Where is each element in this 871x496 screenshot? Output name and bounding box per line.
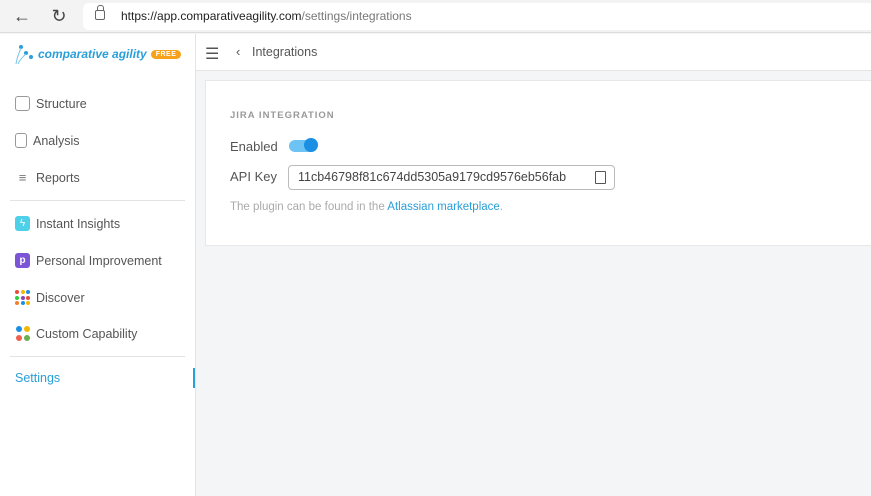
sidebar-item-analysis[interactable]: Analysis [15,133,80,148]
sidebar-item-structure[interactable]: Structure [15,96,87,111]
active-indicator [193,368,195,388]
four-dots-icon [15,326,30,341]
jira-integration-card: JIRA INTEGRATION Enabled API Key 11cb467… [205,80,871,246]
sidebar-item-reports[interactable]: ≡ Reports [15,170,80,185]
plugin-note: The plugin can be found in the Atlassian… [230,201,503,213]
personal-improvement-icon: p [15,253,30,268]
sidebar: comparative agility FREE Structure Analy… [0,34,196,496]
back-arrow-icon[interactable]: ← [11,6,33,27]
lightning-icon: ϟ [15,216,30,231]
atlassian-marketplace-link[interactable]: Atlassian marketplace [387,201,500,213]
divider [10,200,185,201]
sidebar-item-discover[interactable]: Discover [15,290,85,305]
enabled-label: Enabled [230,139,278,154]
sidebar-item-label: Custom Capability [36,326,138,341]
browser-toolbar: ← ↻ https://app.comparativeagility.com/s… [0,0,871,33]
sidebar-item-custom-capability[interactable]: Custom Capability [15,326,137,341]
page-header: ☰ ‹ Integrations [196,34,871,71]
list-icon: ≡ [18,170,27,185]
sidebar-item-instant-insights[interactable]: ϟ Instant Insights [15,216,120,231]
sidebar-item-label: Reports [36,170,80,185]
sidebar-item-label: Analysis [33,133,80,148]
divider [10,356,185,357]
sidebar-item-label: Personal Improvement [36,253,162,268]
sidebar-item-label: Settings [15,371,61,385]
note-text: The plugin can be found in the [230,201,388,213]
address-bar[interactable]: https://app.comparativeagility.com/setti… [83,3,871,30]
url-domain: https://app.comparativeagility.com [121,9,302,23]
sidebar-item-label: Discover [36,290,85,305]
api-key-value: 11cb46798f81c674dd5305a9179cd9576eb56fab [298,170,567,184]
sidebar-item-personal-improvement[interactable]: p Personal Improvement [15,253,162,268]
breadcrumb: Integrations [252,45,318,59]
sidebar-item-label: Structure [36,96,87,111]
api-key-field[interactable]: 11cb46798f81c674dd5305a9179cd9576eb56fab [288,165,615,190]
lock-icon [95,5,105,20]
logo[interactable]: comparative agility FREE [14,43,182,65]
logo-text: comparative agility [38,47,147,61]
document-icon [15,133,27,148]
chevron-left-icon[interactable]: ‹ [236,44,240,59]
api-key-label: API Key [230,169,277,184]
free-badge: FREE [150,49,182,59]
sidebar-item-label: Instant Insights [36,216,121,231]
logo-icon [15,45,33,65]
hamburger-menu-icon[interactable]: ☰ [205,44,219,64]
dots-grid-icon [15,290,30,305]
sidebar-item-settings[interactable]: Settings [15,371,60,385]
enabled-toggle[interactable] [289,138,318,152]
reload-icon[interactable]: ↻ [48,6,70,27]
note-suffix: . [499,201,503,213]
section-title: JIRA INTEGRATION [230,110,335,121]
url-path: /settings/integrations [301,9,412,23]
folder-icon [15,96,30,111]
copy-icon[interactable] [595,171,606,184]
